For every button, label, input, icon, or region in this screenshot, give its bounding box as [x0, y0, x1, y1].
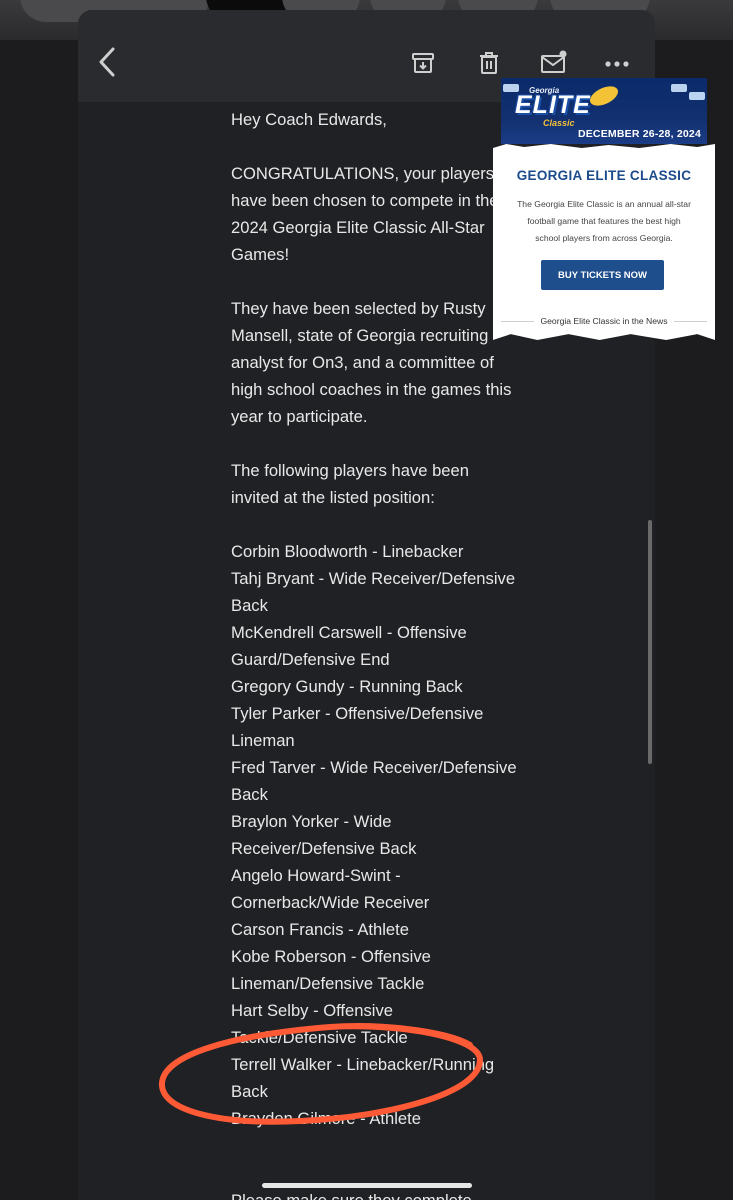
news-divider: Georgia Elite Classic in the News: [501, 316, 707, 326]
email-paragraph: They have been selected by Rusty Mansell…: [231, 299, 512, 426]
buy-tickets-button[interactable]: BUY TICKETS NOW: [541, 260, 664, 290]
divider-line: [501, 320, 535, 322]
football-icon: [589, 86, 619, 106]
player-item: Angelo Howard-Swint - Cornerback/Wide Re…: [231, 866, 430, 912]
email-paragraph: The following players have been invited …: [231, 461, 469, 507]
player-item: Tyler Parker - Offensive/Defensive Linem…: [231, 704, 484, 750]
player-item-highlighted: Terrell Walker - Linebacker/Running Back: [231, 1055, 495, 1101]
logo-title: ELITE: [515, 91, 591, 119]
player-item: Hart Selby - Offensive Tackle/Defensive …: [231, 1001, 408, 1047]
player-item: Corbin Bloodworth - Linebacker: [231, 542, 464, 561]
email-closing: Please make sure they complete: [231, 1187, 472, 1200]
mark-unread-button[interactable]: [539, 48, 569, 76]
email-greeting: Hey Coach Edwards,: [231, 110, 387, 129]
trash-icon: [480, 52, 498, 74]
promo-card-body: GEORGIA ELITE CLASSIC The Georgia Elite …: [493, 144, 715, 340]
promo-banner: Georgia ELITE Classic DECEMBER 26-28, 20…: [501, 78, 707, 144]
promo-title: GEORGIA ELITE CLASSIC: [516, 168, 692, 183]
player-item: Gregory Gundy - Running Back: [231, 677, 463, 696]
home-indicator: [262, 1183, 472, 1188]
more-button[interactable]: [602, 54, 632, 74]
email-paragraph: CONGRATULATIONS, your players have been …: [231, 164, 499, 264]
archive-icon: [412, 53, 434, 73]
player-item: Braylon Yorker - Wide Receiver/Defensive…: [231, 812, 417, 858]
promo-card: Georgia ELITE Classic DECEMBER 26-28, 20…: [493, 78, 715, 340]
divider-line: [673, 320, 707, 322]
email-body: Hey Coach Edwards, CONGRATULATIONS, your…: [231, 106, 521, 1132]
mail-unread-icon: [541, 50, 567, 73]
stadium-light: [671, 84, 687, 92]
stadium-light: [689, 92, 705, 100]
delete-button[interactable]: [476, 50, 502, 76]
event-date: DECEMBER 26-28, 2024: [577, 128, 701, 140]
news-link[interactable]: Georgia Elite Classic in the News: [534, 316, 673, 326]
player-item: Brayden Gilmore - Athlete: [231, 1109, 421, 1128]
more-dots-icon: [605, 61, 629, 67]
scrollbar[interactable]: [648, 520, 652, 764]
player-item: Fred Tarver - Wide Receiver/Defensive Ba…: [231, 758, 517, 804]
player-item: Tahj Bryant - Wide Receiver/Defensive Ba…: [231, 569, 516, 615]
player-item: Carson Francis - Athlete: [231, 920, 409, 939]
back-button[interactable]: [92, 46, 122, 78]
player-item: Kobe Roberson - Offensive Lineman/Defens…: [231, 947, 431, 993]
promo-description: The Georgia Elite Classic is an annual a…: [517, 199, 691, 243]
player-item: McKendrell Carswell - Offensive Guard/De…: [231, 623, 467, 669]
archive-button[interactable]: [410, 50, 436, 76]
player-list: Corbin Bloodworth - Linebacker Tahj Brya…: [231, 538, 521, 1132]
back-arrow-icon: [99, 47, 115, 77]
logo-tagline: Classic: [543, 118, 575, 128]
